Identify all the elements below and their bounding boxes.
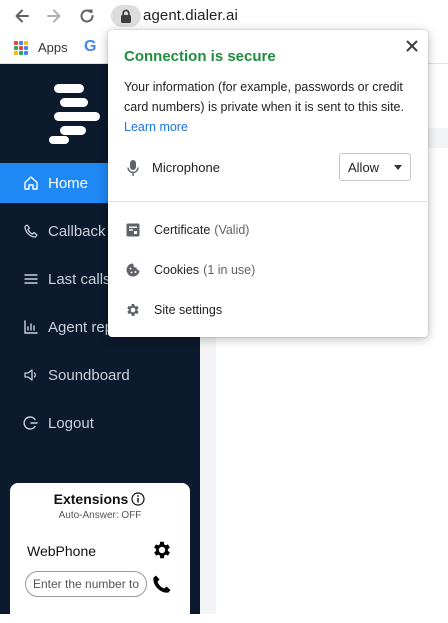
site-info-button[interactable] — [111, 5, 141, 27]
arrow-right-icon — [47, 9, 61, 23]
auto-answer-status: Auto-Answer: OFF — [58, 510, 142, 521]
close-icon[interactable] — [403, 37, 421, 55]
arrow-left-icon — [15, 9, 29, 23]
cookies-count: (1 in use) — [203, 263, 256, 277]
cookies-label: Cookies — [154, 263, 200, 277]
sidebar-item-label: Callback — [48, 222, 106, 240]
forward-button[interactable] — [42, 4, 66, 28]
dropdown-arrow-icon — [394, 165, 402, 170]
phone-outline-icon — [22, 222, 40, 240]
address-bar-url[interactable]: agent.dialer.ai — [143, 7, 238, 24]
browser-toolbar: agent.dialer.ai — [0, 0, 448, 33]
sidebar-item-label: Logout — [48, 414, 94, 432]
reload-icon — [80, 9, 94, 23]
popup-description: Your information (for example, passwords… — [124, 77, 416, 137]
bar-chart-icon — [22, 318, 40, 336]
app-logo — [49, 84, 100, 144]
certificate-row[interactable]: Certificate (Valid) — [124, 218, 414, 242]
popup-title: Connection is secure — [124, 48, 276, 65]
extensions-card: Extensions Auto-Answer: OFF WebPhone — [10, 483, 190, 623]
certificate-label: Certificate — [154, 223, 211, 237]
extensions-title-text: Extensions — [53, 491, 129, 507]
microphone-icon — [127, 160, 139, 176]
lock-icon — [121, 9, 131, 23]
cookies-row[interactable]: Cookies (1 in use) — [124, 258, 414, 282]
gear-icon[interactable] — [151, 539, 173, 561]
back-button[interactable] — [10, 4, 34, 28]
webphone-label: WebPhone — [27, 543, 97, 559]
sidebar-item-soundboard[interactable]: Soundboard — [0, 355, 200, 395]
popup-description-text: Your information (for example, passwords… — [124, 80, 404, 114]
phone-icon[interactable] — [151, 573, 173, 595]
sidebar-item-label: Agent rep — [48, 318, 114, 336]
microphone-permission-select[interactable]: Allow — [339, 153, 411, 181]
speaker-icon — [22, 366, 40, 384]
sidebar-item-label: Last calls — [48, 270, 111, 288]
extensions-title: Extensions — [10, 491, 190, 507]
list-icon — [22, 270, 40, 288]
certificate-status: (Valid) — [214, 223, 250, 237]
home-icon — [22, 174, 40, 192]
microphone-label: Microphone — [152, 160, 220, 175]
site-info-popup: Connection is secure Your information (f… — [108, 30, 428, 337]
site-settings-row[interactable]: Site settings — [124, 298, 414, 322]
info-icon[interactable] — [131, 492, 145, 506]
apps-bookmark[interactable]: Apps — [38, 40, 68, 55]
learn-more-link[interactable]: Learn more — [124, 120, 188, 134]
logout-icon — [22, 414, 40, 432]
google-bookmark-icon[interactable]: G — [84, 38, 96, 56]
cookie-icon — [124, 261, 142, 279]
popup-divider — [108, 201, 428, 202]
certificate-icon — [124, 221, 142, 239]
sidebar-item-logout[interactable]: Logout — [0, 403, 200, 443]
reload-button[interactable] — [75, 4, 99, 28]
apps-grid-icon[interactable] — [14, 41, 28, 55]
sidebar-item-label: Home — [48, 174, 89, 192]
sidebar-item-label: Soundboard — [48, 366, 130, 384]
gear-icon — [124, 301, 142, 319]
site-settings-label: Site settings — [154, 303, 223, 317]
dial-number-input[interactable] — [25, 571, 147, 597]
permission-value: Allow — [348, 159, 380, 175]
